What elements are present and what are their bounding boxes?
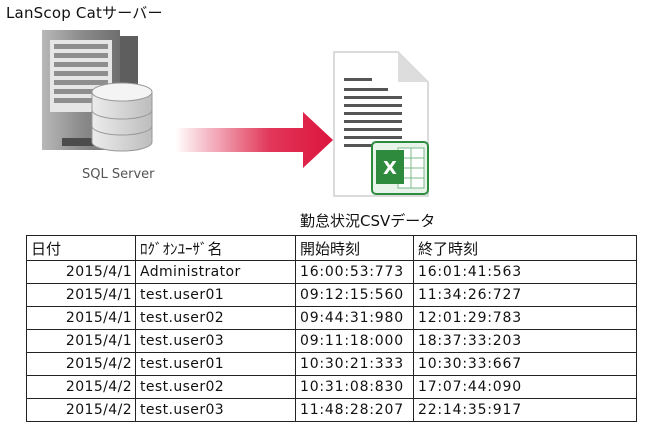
cell-date: 2015/4/2 [26,398,136,422]
table-row: 2015/4/1 test.user02 09:44:31:980 12:01:… [26,306,637,330]
table-header-row: 日付 ﾛｸﾞｵﾝﾕｰｻﾞ名 開始時刻 終了時刻 [26,235,637,261]
table-row: 2015/4/2 test.user01 10:30:21:333 10:30:… [26,352,637,376]
cell-end: 16:01:41:563 [413,260,637,284]
cell-user: test.user02 [135,306,296,330]
table-row: 2015/4/1 test.user03 09:11:18:000 18:37:… [26,329,637,353]
cell-date: 2015/4/1 [26,260,136,284]
table-row: 2015/4/2 test.user03 11:48:28:207 22:14:… [26,398,637,422]
table-row: 2015/4/2 test.user02 10:31:08:830 17:07:… [26,375,637,399]
cell-user: test.user01 [135,283,296,307]
header-date: 日付 [26,235,136,261]
cell-start: 11:48:28:207 [295,398,414,422]
cell-start: 09:11:18:000 [295,329,414,353]
cell-start: 09:12:15:560 [295,283,414,307]
sql-server-label: SQL Server [82,167,155,182]
cell-end: 18:37:33:203 [413,329,637,353]
database-server-icon [42,30,153,152]
csv-document-icon: X [333,51,429,197]
cell-start: 10:31:08:830 [295,375,414,399]
cell-start: 09:44:31:980 [295,306,414,330]
cell-start: 16:00:53:773 [295,260,414,284]
cell-end: 22:14:35:917 [413,398,637,422]
excel-icon: X [371,141,429,195]
cell-end: 12:01:29:783 [413,306,637,330]
cell-end: 10:30:33:667 [413,352,637,376]
cell-user: test.user03 [135,398,296,422]
cell-date: 2015/4/2 [26,352,136,376]
table-row: 2015/4/1 Administrator 16:00:53:773 16:0… [26,260,637,284]
cell-end: 11:34:26:727 [413,283,637,307]
cell-end: 17:07:44:090 [413,375,637,399]
table-row: 2015/4/1 test.user01 09:12:15:560 11:34:… [26,283,637,307]
header-end-time: 終了時刻 [413,235,637,261]
cell-user: test.user02 [135,375,296,399]
cell-date: 2015/4/1 [26,306,136,330]
excel-icon-letter: X [383,158,397,179]
cell-date: 2015/4/2 [26,375,136,399]
transfer-arrow-icon [175,112,333,168]
cell-start: 10:30:21:333 [295,352,414,376]
cell-user: Administrator [135,260,296,284]
cell-date: 2015/4/1 [26,283,136,307]
header-start-time: 開始時刻 [295,235,414,261]
csv-data-label: 勤怠状況CSVデータ [300,212,436,230]
cell-user: test.user03 [135,329,296,353]
cell-date: 2015/4/1 [26,329,136,353]
attendance-log-table: 日付 ﾛｸﾞｵﾝﾕｰｻﾞ名 開始時刻 終了時刻 2015/4/1 Adminis… [26,235,637,422]
cell-user: test.user01 [135,352,296,376]
header-logon-user: ﾛｸﾞｵﾝﾕｰｻﾞ名 [135,235,296,261]
server-title: LanScop Catサーバー [6,4,163,22]
